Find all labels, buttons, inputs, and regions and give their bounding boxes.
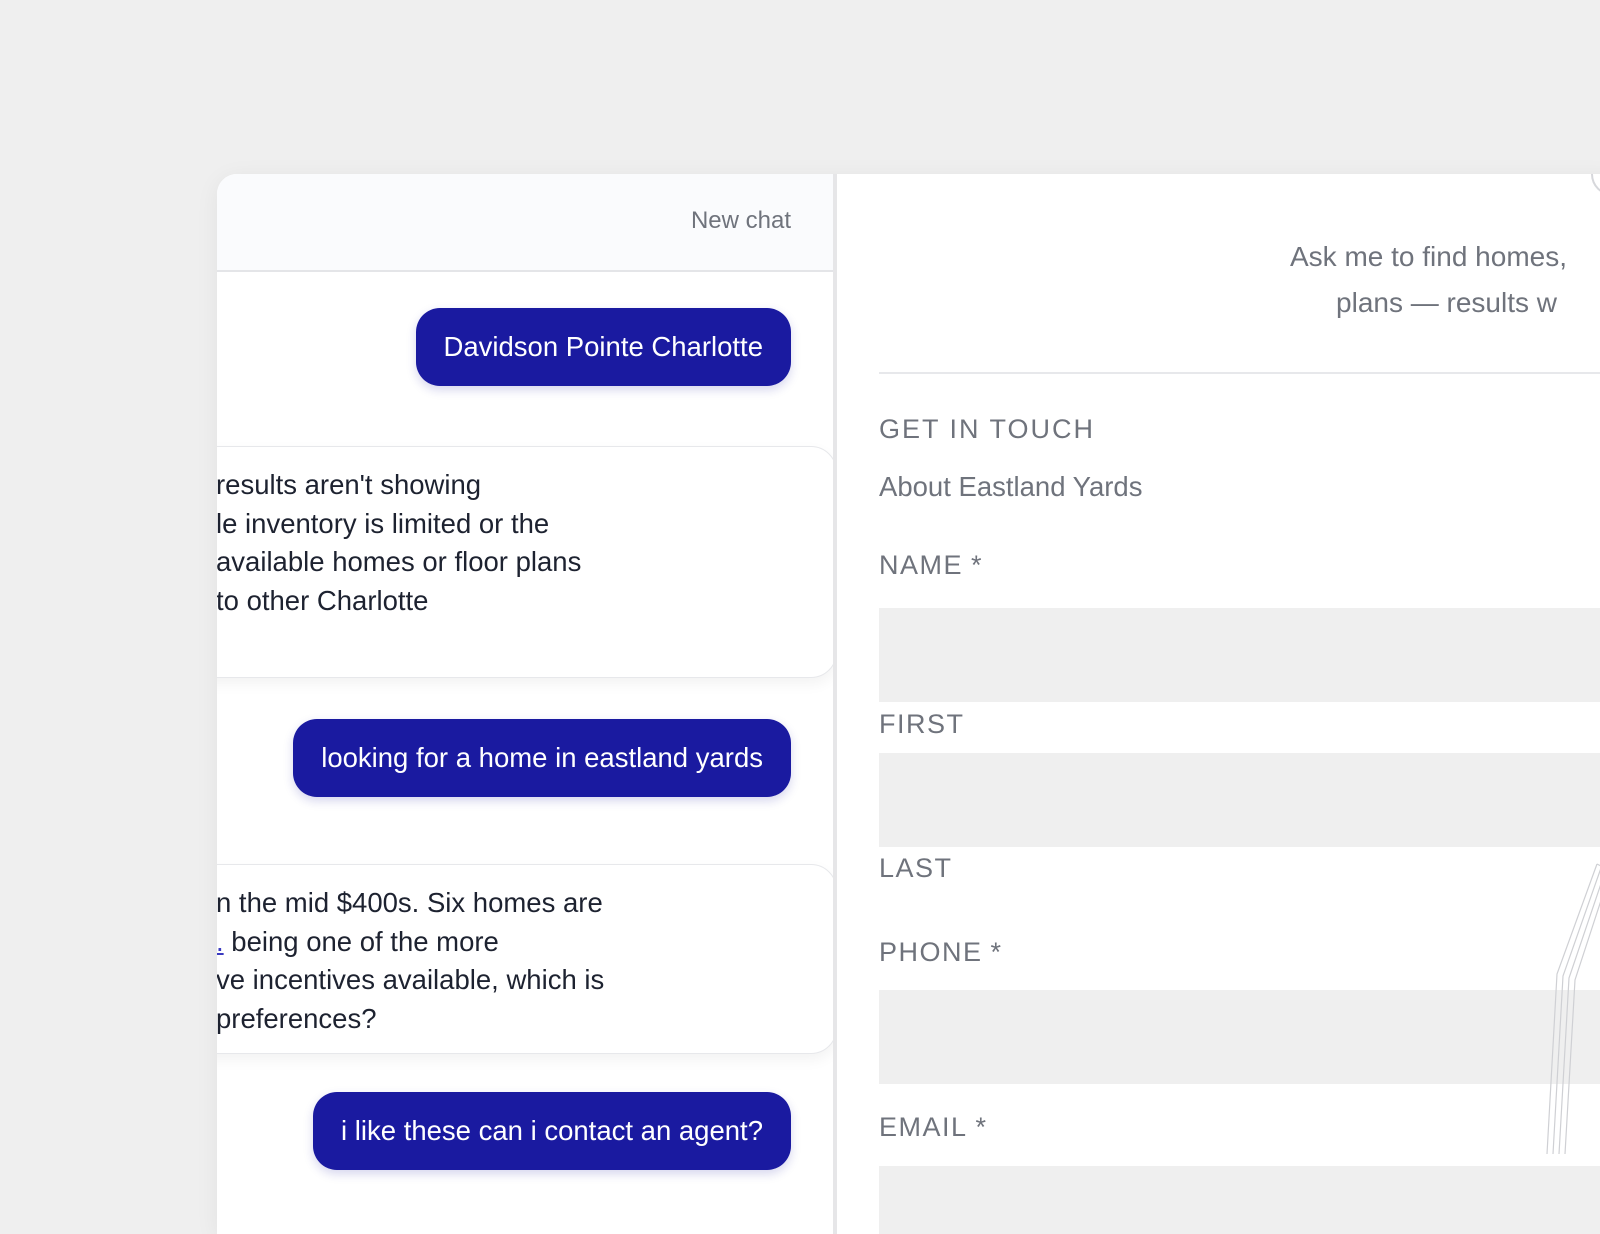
email-input[interactable] (879, 1166, 1600, 1234)
assistant-message-line: ve incentives available, which is (217, 964, 605, 995)
assistant-message-line: results aren't showing (217, 469, 482, 500)
phone-input[interactable] (879, 990, 1600, 1084)
name-label-text: NAME (879, 550, 964, 580)
assistant-message-link[interactable]: . (217, 926, 224, 957)
user-message: i like these can i contact an agent? (313, 1092, 791, 1170)
last-name-sublabel: LAST (879, 853, 953, 883)
required-marker: * (971, 550, 984, 580)
phone-label-text: PHONE (879, 937, 983, 967)
email-label: EMAIL * (879, 1112, 988, 1143)
intro-line: plans — results w (1336, 287, 1557, 318)
first-name-sublabel: FIRST (879, 709, 965, 739)
chat-header: New chat (217, 174, 833, 272)
section-title: GET IN TOUCH (879, 414, 1096, 444)
assistant-message-line: preferences? (217, 1003, 377, 1034)
required-marker: * (975, 1112, 988, 1142)
section-subtitle: About Eastland Yards (879, 471, 1143, 502)
contact-form-pane: Ask me to find homes, plans — results w … (837, 174, 1600, 1234)
assistant-message-line: available homes or floor plans (217, 546, 582, 577)
assistant-message-line: n the mid $400s. Six homes are (217, 887, 603, 918)
assistant-message-line: . being one of the more (217, 926, 499, 958)
first-name-input[interactable] (879, 608, 1600, 702)
assistant-message: n the mid $400s. Six homes are . being o… (217, 864, 833, 1054)
assistant-message-text: being one of the more (223, 926, 499, 957)
phone-label: PHONE * (879, 937, 1003, 968)
email-label-text: EMAIL (879, 1112, 968, 1142)
chat-pane: New chat Davidson Pointe Charlotte resul… (217, 174, 837, 1234)
last-name-input[interactable] (879, 753, 1600, 847)
divider (879, 372, 1600, 374)
new-chat-button[interactable]: New chat (691, 207, 791, 235)
assistant-message-line: le inventory is limited or the (217, 508, 550, 539)
assistant-message: results aren't showing le inventory is l… (217, 446, 833, 678)
intro-text: Ask me to find homes, plans — results w (1290, 234, 1567, 326)
name-label: NAME * (879, 550, 983, 581)
assistant-message-line: to other Charlotte (217, 585, 429, 616)
intro-line: Ask me to find homes, (1289, 241, 1567, 272)
chat-window: New chat Davidson Pointe Charlotte resul… (217, 174, 1600, 1234)
required-marker: * (990, 937, 1003, 967)
user-message: looking for a home in eastland yards (293, 719, 791, 797)
building-outline-icon (1546, 863, 1600, 1154)
user-message: Davidson Pointe Charlotte (415, 308, 791, 386)
close-icon[interactable] (1591, 174, 1600, 196)
